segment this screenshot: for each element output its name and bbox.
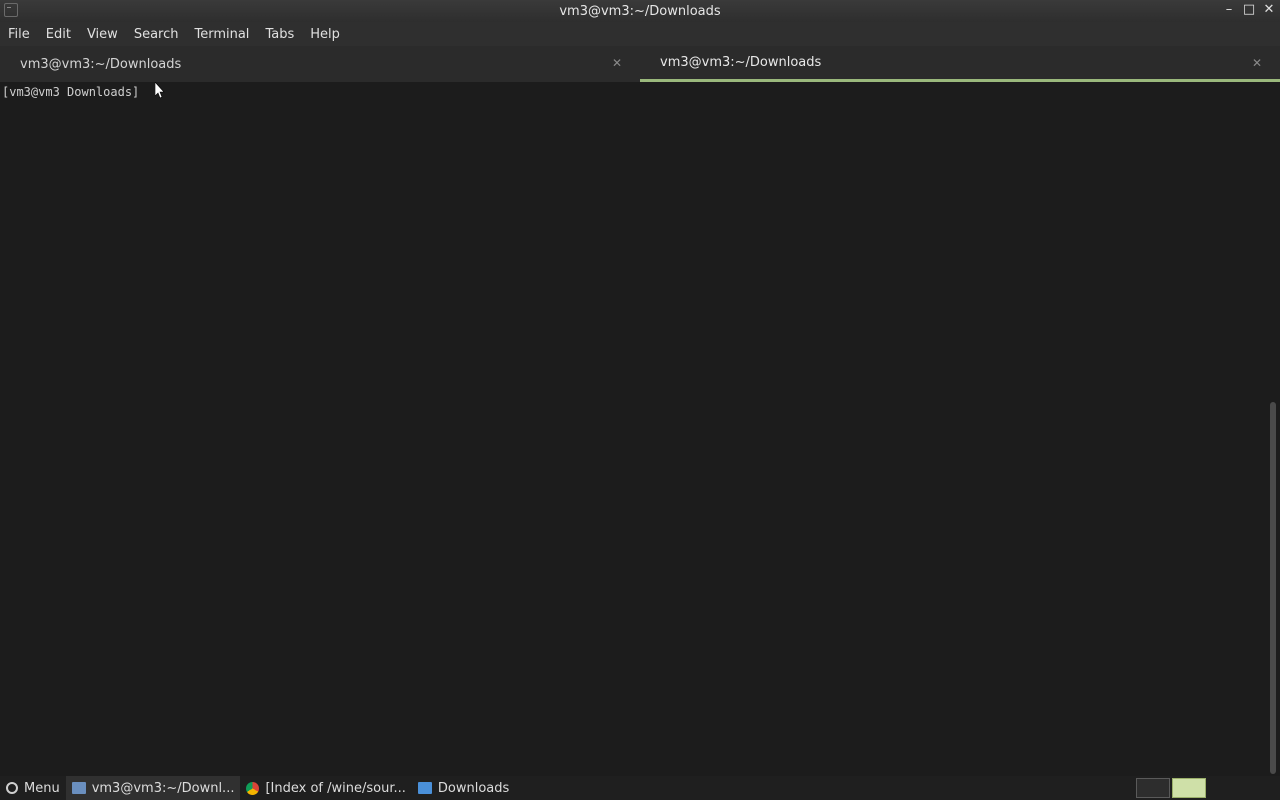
workspace-2-button[interactable] xyxy=(1172,778,1206,798)
mouse-pointer-icon xyxy=(155,82,165,99)
terminal-prompt: [vm3@vm3 Downloads] xyxy=(2,85,140,99)
menu-label: Menu xyxy=(24,780,60,796)
menu-edit[interactable]: Edit xyxy=(38,27,79,42)
tab-label: vm3@vm3:~/Downloads xyxy=(660,55,822,70)
terminal-app-icon xyxy=(4,3,18,17)
taskbar-item-terminal[interactable]: vm3@vm3:~/Downl... xyxy=(65,776,241,800)
tab-close-icon[interactable]: ✕ xyxy=(1252,56,1262,70)
menubar: File Edit View Search Terminal Tabs Help xyxy=(0,22,1280,46)
tab-2[interactable]: vm3@vm3:~/Downloads ✕ xyxy=(640,46,1280,82)
tab-1[interactable]: vm3@vm3:~/Downloads ✕ xyxy=(0,46,640,82)
menu-icon xyxy=(6,782,18,794)
taskbar-item-browser[interactable]: [Index of /wine/sour... xyxy=(240,776,411,800)
menu-view[interactable]: View xyxy=(79,27,126,42)
tab-label: vm3@vm3:~/Downloads xyxy=(20,56,182,72)
menu-help[interactable]: Help xyxy=(302,27,348,42)
menu-terminal[interactable]: Terminal xyxy=(186,27,257,42)
terminal-area[interactable]: [vm3@vm3 Downloads] xyxy=(0,82,1280,776)
taskbar-item-downloads[interactable]: Downloads xyxy=(412,776,515,800)
menu-button[interactable]: Menu xyxy=(0,776,66,800)
maximize-icon[interactable]: □ xyxy=(1242,2,1256,18)
folder-icon xyxy=(417,782,432,794)
tab-close-icon[interactable]: ✕ xyxy=(612,56,622,70)
taskbar-item-label: vm3@vm3:~/Downl... xyxy=(91,780,235,796)
window-controls: – □ ✕ xyxy=(1222,2,1276,18)
window-title: vm3@vm3:~/Downloads xyxy=(559,3,721,19)
taskbar: Menu vm3@vm3:~/Downl... [Index of /wine/… xyxy=(0,776,1280,800)
minimize-icon[interactable]: – xyxy=(1222,2,1236,18)
close-icon[interactable]: ✕ xyxy=(1262,2,1276,18)
menu-tabs[interactable]: Tabs xyxy=(257,27,302,42)
chrome-icon xyxy=(246,781,260,795)
tab-bar: vm3@vm3:~/Downloads ✕ vm3@vm3:~/Download… xyxy=(0,46,1280,82)
workspace-switcher xyxy=(1136,778,1206,798)
menu-file[interactable]: File xyxy=(0,27,38,42)
terminal-icon xyxy=(71,782,86,794)
taskbar-item-label: [Index of /wine/sour... xyxy=(265,780,406,796)
window-titlebar: vm3@vm3:~/Downloads – □ ✕ xyxy=(0,0,1280,22)
taskbar-item-label: Downloads xyxy=(437,780,510,796)
workspace-1-button[interactable] xyxy=(1136,778,1170,798)
scrollbar[interactable] xyxy=(1270,402,1276,774)
menu-search[interactable]: Search xyxy=(126,27,187,42)
